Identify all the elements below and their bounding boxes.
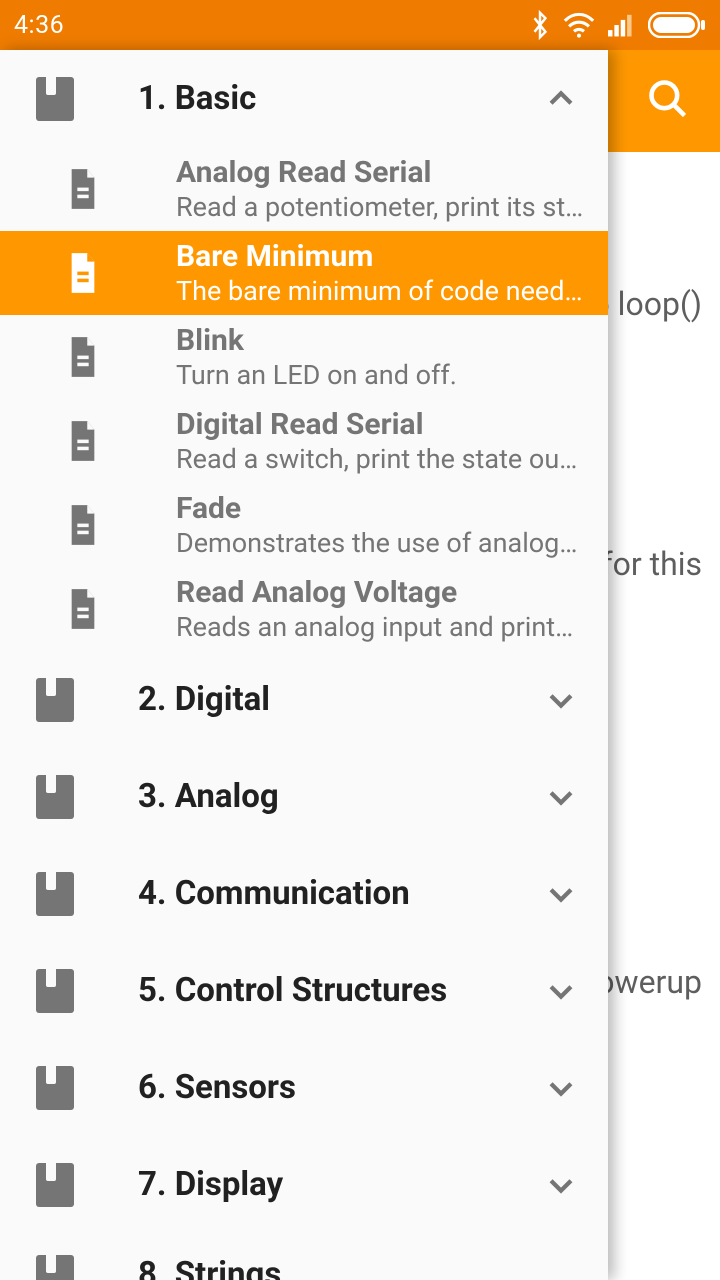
item-title: Analog Read Serial (176, 155, 584, 190)
bookmark-icon (36, 1255, 74, 1280)
item-subtitle: Turn an LED on and off. (176, 359, 584, 391)
bookmark-icon (36, 77, 74, 121)
category-strings[interactable]: 8. Strings (0, 1233, 608, 1280)
category-label: 2. Digital (138, 680, 544, 719)
list-item[interactable]: Blink Turn an LED on and off. (0, 315, 608, 399)
bookmark-icon (36, 1066, 74, 1110)
document-icon (66, 421, 100, 461)
category-label: 8. Strings (138, 1255, 578, 1280)
category-label: 6. Sensors (138, 1068, 544, 1107)
chevron-down-icon (544, 1071, 578, 1105)
chevron-down-icon (544, 974, 578, 1008)
chevron-down-icon (544, 683, 578, 717)
list-item[interactable]: Bare Minimum The bare minimum of code ne… (0, 231, 608, 315)
chevron-down-icon (544, 780, 578, 814)
category-label: 5. Control Structures (138, 971, 544, 1010)
category-label: 7. Display (138, 1165, 544, 1204)
bookmark-icon (36, 775, 74, 819)
item-subtitle: The bare minimum of code needed… (176, 275, 584, 307)
list-item[interactable]: Digital Read Serial Read a switch, print… (0, 399, 608, 483)
category-communication[interactable]: 4. Communication (0, 845, 608, 942)
item-title: Fade (176, 491, 584, 526)
status-icons (530, 10, 706, 40)
chevron-down-icon (544, 1168, 578, 1202)
category-sensors[interactable]: 6. Sensors (0, 1039, 608, 1136)
bookmark-icon (36, 872, 74, 916)
category-label: 3. Analog (138, 777, 544, 816)
category-display[interactable]: 7. Display (0, 1136, 608, 1233)
category-digital[interactable]: 2. Digital (0, 651, 608, 748)
search-icon[interactable] (646, 77, 690, 125)
document-icon (66, 337, 100, 377)
status-bar: 4:36 (0, 0, 720, 50)
item-subtitle: Read a switch, print the state out to… (176, 443, 584, 475)
document-icon (66, 589, 100, 629)
item-title: Bare Minimum (176, 239, 584, 274)
category-control-structures[interactable]: 5. Control Structures (0, 942, 608, 1039)
list-item[interactable]: Analog Read Serial Read a potentiometer,… (0, 147, 608, 231)
wifi-icon (562, 12, 596, 38)
item-title: Digital Read Serial (176, 407, 584, 442)
signal-icon (608, 13, 636, 37)
document-icon (66, 505, 100, 545)
item-subtitle: Demonstrates the use of analog out… (176, 527, 584, 559)
chevron-up-icon (544, 82, 578, 116)
nav-drawer: 1. Basic Analog Read Serial Read a poten… (0, 50, 608, 1280)
category-analog[interactable]: 3. Analog (0, 748, 608, 845)
category-basic[interactable]: 1. Basic (0, 50, 608, 147)
item-subtitle: Read a potentiometer, print its state… (176, 191, 584, 223)
bluetooth-icon (530, 10, 550, 40)
list-item[interactable]: Read Analog Voltage Reads an analog inpu… (0, 567, 608, 651)
battery-icon (648, 12, 706, 38)
item-title: Blink (176, 323, 584, 358)
bookmark-icon (36, 969, 74, 1013)
item-title: Read Analog Voltage (176, 575, 584, 610)
bookmark-icon (36, 678, 74, 722)
document-icon (66, 169, 100, 209)
category-label: 1. Basic (138, 79, 544, 118)
list-item[interactable]: Fade Demonstrates the use of analog out… (0, 483, 608, 567)
item-subtitle: Reads an analog input and prints th… (176, 611, 584, 643)
chevron-down-icon (544, 877, 578, 911)
bookmark-icon (36, 1163, 74, 1207)
document-icon (66, 253, 100, 293)
category-label: 4. Communication (138, 874, 544, 913)
status-time: 4:36 (14, 11, 64, 40)
